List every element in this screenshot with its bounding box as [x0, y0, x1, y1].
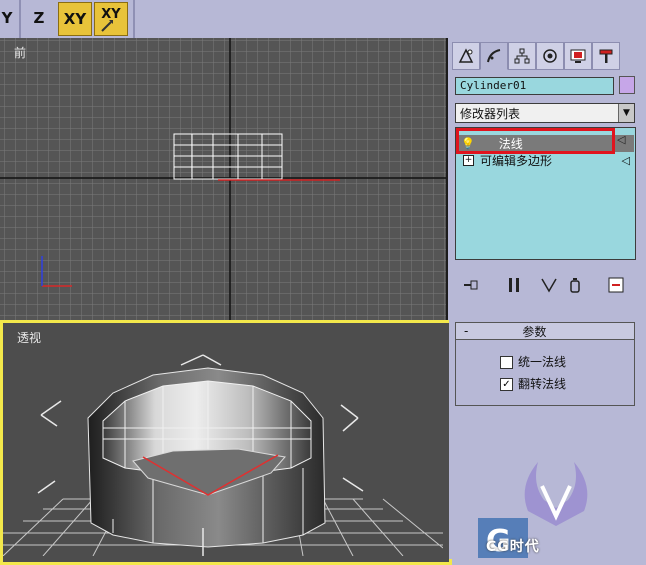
utilities-icon[interactable]: [592, 42, 620, 70]
remove-modifier-icon[interactable]: [566, 276, 584, 294]
parameters-rollout-header[interactable]: - 参数: [455, 322, 635, 340]
stack-item-editable-poly[interactable]: + 可编辑多边形 ◁: [457, 152, 634, 169]
axis-z-button[interactable]: Z: [26, 2, 52, 34]
make-unique-icon[interactable]: [540, 276, 558, 294]
modify-icon[interactable]: [480, 42, 508, 70]
motion-icon[interactable]: [536, 42, 564, 70]
unify-normals-label: 统一法线: [518, 355, 567, 369]
create-icon: [458, 48, 474, 63]
object-color-swatch[interactable]: [619, 76, 635, 94]
watermark-text: CG时代: [486, 539, 540, 555]
display-icon[interactable]: [564, 42, 592, 70]
axis-cycle-icon: [101, 20, 113, 32]
create-icon[interactable]: [452, 42, 480, 70]
utilities-icon: [599, 49, 613, 63]
perspective-scene: [3, 354, 443, 556]
plane-cycle-button[interactable]: XY: [94, 2, 128, 36]
display-icon: [570, 49, 586, 63]
front-grid: [0, 38, 446, 320]
modifier-list-label: 修改器列表: [460, 107, 521, 121]
modifier-list-dropdown[interactable]: 修改器列表 ▼: [455, 103, 635, 123]
flip-normals-label: 翻转法线: [518, 377, 567, 391]
configure-sets-icon[interactable]: [607, 276, 625, 294]
show-end-result-icon[interactable]: [505, 276, 523, 294]
hierarchy-icon: [514, 48, 530, 64]
subobject-triangle-icon: ◁: [617, 133, 626, 146]
pin-stack-icon[interactable]: [462, 276, 480, 294]
perspective-viewport-label[interactable]: 透视: [17, 329, 41, 346]
perspective-viewport[interactable]: 透视: [0, 320, 452, 565]
front-viewport-label[interactable]: 前: [14, 44, 26, 61]
modify-icon: [487, 49, 501, 63]
chevron-down-icon[interactable]: ▼: [618, 104, 634, 122]
flip-normals-checkbox[interactable]: ✓: [500, 378, 513, 391]
collapse-toggle[interactable]: -: [464, 324, 468, 338]
subobject-triangle-icon: ◁: [621, 154, 630, 167]
toolbar-separator: [19, 0, 21, 38]
axis-constraints-toolbar: Y Z XY XY: [0, 0, 646, 38]
motion-icon: [543, 49, 557, 63]
plane-xy-button[interactable]: XY: [58, 2, 92, 36]
highlight-annotation: [456, 128, 615, 154]
unify-normals-checkbox[interactable]: [500, 356, 513, 369]
object-name-field[interactable]: Cylinder01: [455, 77, 614, 95]
axis-y-button[interactable]: Y: [0, 2, 14, 34]
toolbar-separator: [133, 0, 135, 38]
expand-plus-icon[interactable]: +: [463, 155, 474, 166]
front-viewport[interactable]: 前: [0, 38, 448, 320]
stack-item-label: 可编辑多边形: [480, 154, 553, 168]
rollout-title: 参数: [522, 324, 547, 339]
hierarchy-icon[interactable]: [508, 42, 536, 70]
